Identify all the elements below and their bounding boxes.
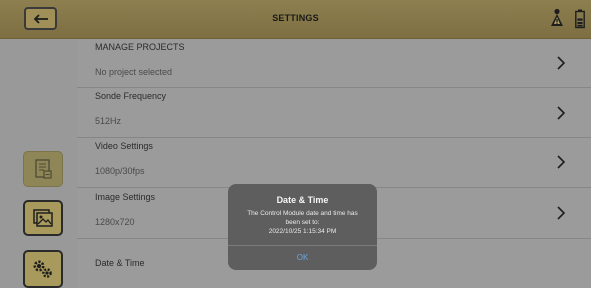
- row-title: Image Settings: [95, 192, 156, 202]
- row-title: Sonde Frequency: [95, 91, 167, 101]
- row-value: 1080p/30fps: [95, 166, 145, 176]
- alert-message-line: been set to:: [285, 219, 320, 226]
- warning-person-icon[interactable]: [548, 8, 566, 33]
- row-value: 1280x720: [95, 217, 135, 227]
- row-title: MANAGE PROJECTS: [95, 42, 185, 52]
- row-value: No project selected: [95, 67, 173, 77]
- gears-icon: [33, 260, 52, 278]
- report-button[interactable]: [23, 151, 63, 187]
- report-icon: [35, 159, 52, 179]
- battery-icon: [575, 9, 585, 34]
- settings-row-sonde-frequency[interactable]: Sonde Frequency 512Hz: [77, 88, 591, 138]
- settings-row-video-settings[interactable]: Video Settings 1080p/30fps: [77, 138, 591, 188]
- page-title: SETTINGS: [272, 13, 319, 23]
- ok-button[interactable]: OK: [228, 246, 377, 270]
- image-button[interactable]: [23, 200, 63, 236]
- row-title: Video Settings: [95, 141, 153, 151]
- row-title: Date & Time: [95, 258, 145, 268]
- date-time-alert: Date & Time The Control Module date and …: [228, 184, 377, 270]
- chevron-right-icon: [557, 56, 566, 70]
- alert-title: Date & Time: [276, 195, 329, 205]
- settings-screen: SETTINGS MANAGE PROJECTS No project sele…: [0, 0, 591, 288]
- settings-row-manage-projects[interactable]: MANAGE PROJECTS No project selected: [77, 39, 591, 88]
- image-icon: [33, 209, 53, 227]
- alert-message-line: The Control Module date and time has: [247, 210, 358, 217]
- alert-datetime: 2022/10/25 1:15:34 PM: [268, 228, 337, 235]
- chevron-right-icon: [557, 155, 566, 169]
- row-value: 512Hz: [95, 116, 122, 126]
- top-bar: SETTINGS: [0, 0, 591, 39]
- chevron-right-icon: [557, 206, 566, 220]
- chevron-right-icon: [557, 106, 566, 120]
- alert-message: The Control Module date and time has bee…: [236, 209, 369, 236]
- settings-button[interactable]: [23, 250, 63, 288]
